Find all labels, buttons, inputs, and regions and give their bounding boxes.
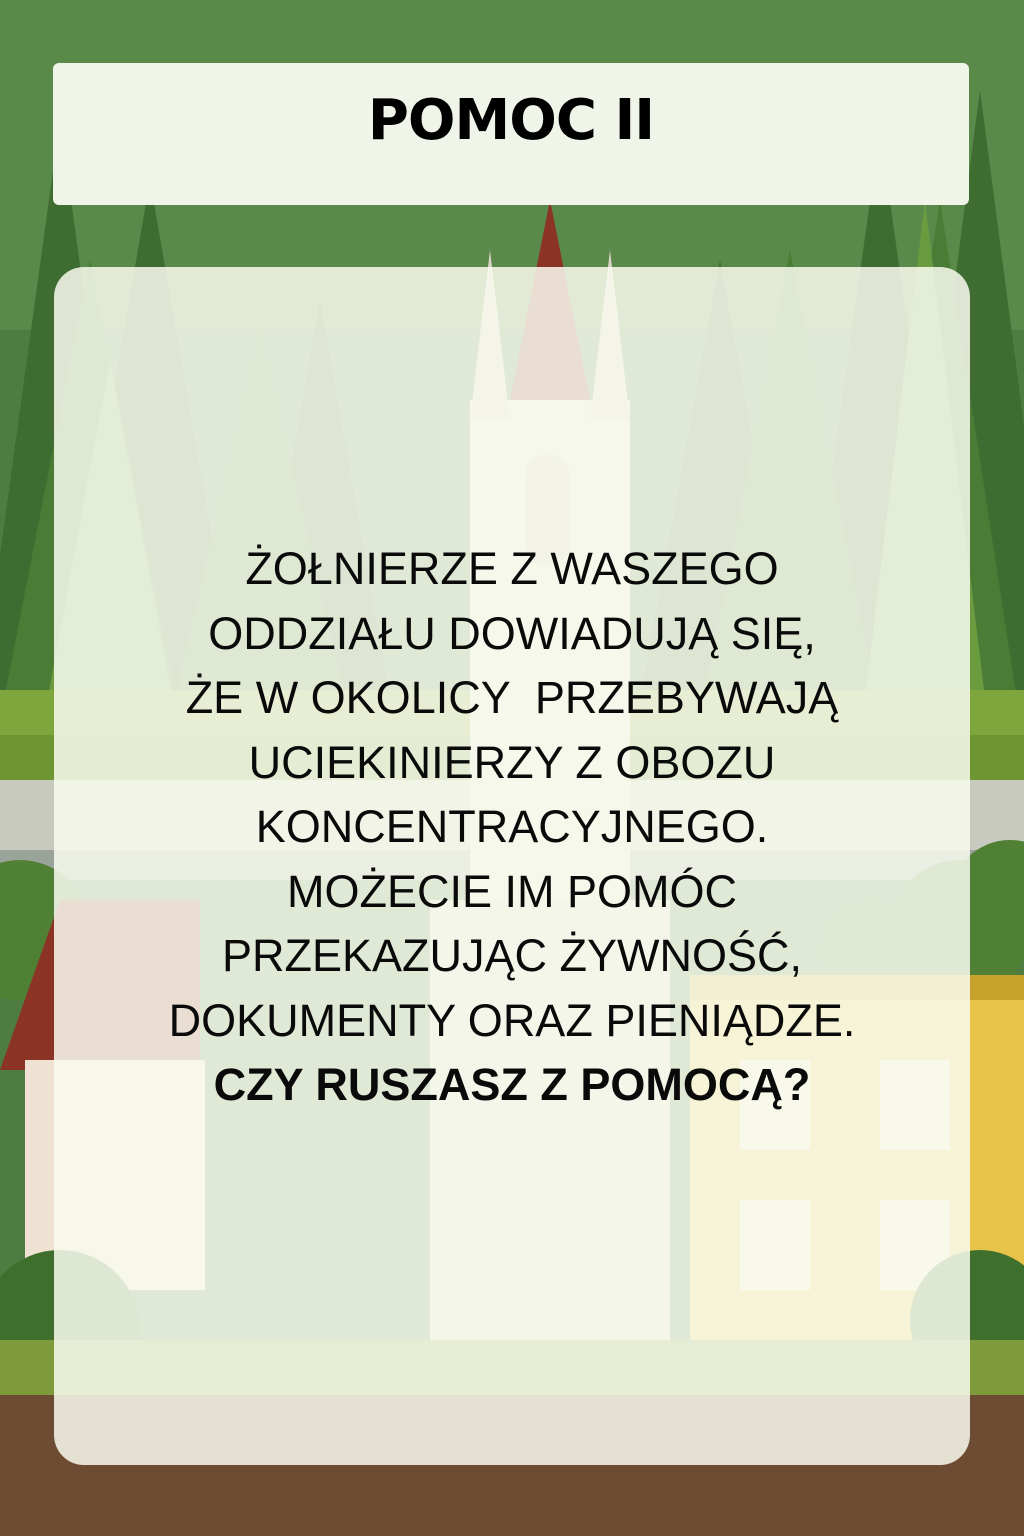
message-line: ŻE W OKOLICY PRZEBYWAJĄ [185, 672, 839, 723]
message-line: KONCENTRACYJNEGO. [255, 801, 769, 852]
message-line: ODDZIAŁU DOWIADUJĄ SIĘ, [208, 607, 816, 659]
title-card: POMOC II [53, 63, 969, 205]
page-title: POMOC II [367, 87, 655, 153]
message-line: ŻOŁNIERZE Z WASZEGO [245, 543, 779, 594]
message-text: ŻOŁNIERZE Z WASZEGO ODDZIAŁU DOWIADUJĄ S… [54, 537, 970, 1118]
message-line: DOKUMENTY ORAZ PIENIĄDZE. [168, 994, 856, 1046]
message-line: MOŻECIE IM POMÓC [287, 865, 737, 917]
question-text: CZY RUSZASZ Z POMOCĄ? [213, 1059, 811, 1110]
content-card: ŻOŁNIERZE Z WASZEGO ODDZIAŁU DOWIADUJĄ S… [54, 267, 970, 1465]
message-line: PRZEKAZUJĄC ŻYWNOŚĆ, [221, 930, 803, 981]
message-line: UCIEKINIERZY Z OBOZU [248, 736, 776, 788]
